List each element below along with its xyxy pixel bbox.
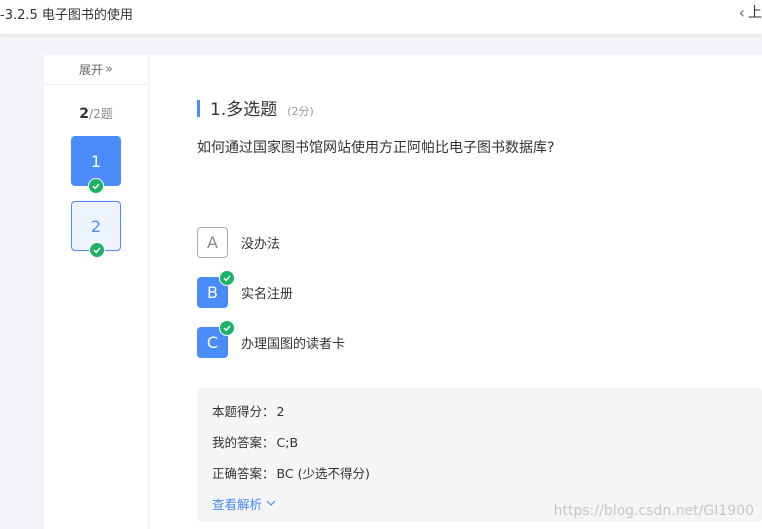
option-a[interactable]: A 没办法: [197, 227, 280, 258]
page-title: -3.2.5 电子图书的使用: [0, 8, 133, 23]
question-nav-item-1[interactable]: 1: [71, 136, 121, 194]
question-nav-item-2[interactable]: 2: [71, 201, 121, 258]
option-letter-box: B: [197, 270, 235, 308]
question-panel: 1.多选题 (2分) 如何通过国家图书馆网站使用方正阿帕比电子图书数据库? A …: [150, 55, 762, 529]
question-type-label: 1.多选题: [210, 100, 278, 120]
chevron-left-icon: ‹: [738, 2, 745, 22]
my-answer-row: 我的答案： C;B: [212, 432, 298, 451]
correct-answer-row: 正确答案： BC (少选不得分): [212, 463, 370, 482]
question-nav-label: 1: [90, 151, 102, 171]
prev-button[interactable]: ‹ 上: [739, 2, 762, 22]
my-answer-label: 我的答案：: [212, 435, 275, 450]
option-b[interactable]: B 实名注册: [197, 270, 294, 308]
expand-button[interactable]: 展开 »: [44, 55, 148, 85]
option-letter: C: [206, 333, 219, 352]
prev-label: 上: [748, 5, 762, 21]
question-heading: 1.多选题 (2分): [197, 95, 314, 120]
check-icon: [88, 178, 104, 194]
check-icon: [89, 242, 105, 258]
option-letter-box: C: [197, 320, 235, 358]
my-answer-value: C;B: [276, 435, 299, 450]
progress-total: /2题: [89, 107, 113, 121]
answer-panel: 本题得分： 2 我的答案： C;B 正确答案： BC (少选不得分) 查看解析: [197, 388, 762, 522]
score-row: 本题得分： 2: [212, 401, 284, 420]
correct-answer-label: 正确答案：: [212, 466, 275, 481]
check-icon: [219, 320, 235, 336]
question-score: (2分): [287, 105, 314, 118]
progress-current: 2: [79, 106, 90, 122]
heading-accent-bar: [197, 100, 200, 117]
option-label: 办理国图的读者卡: [241, 337, 346, 352]
question-nav-sidebar: 展开 » 2/2题 1 2: [44, 55, 148, 529]
question-text: 如何通过国家图书馆网站使用方正阿帕比电子图书数据库?: [197, 140, 555, 156]
option-letter: B: [207, 283, 218, 302]
view-analysis-label: 查看解析: [212, 497, 263, 512]
option-label: 没办法: [241, 237, 281, 252]
expand-label: 展开: [79, 63, 104, 77]
score-value: 2: [276, 404, 285, 419]
top-bar: -3.2.5 电子图书的使用 ‹ 上: [0, 0, 762, 34]
option-letter: A: [197, 227, 228, 258]
option-c[interactable]: C 办理国图的读者卡: [197, 320, 346, 358]
question-nav-label: 2: [90, 216, 102, 236]
double-chevron-right-icon: »: [105, 62, 113, 77]
correct-answer-value: BC (少选不得分): [276, 466, 370, 481]
progress-counter: 2/2题: [44, 105, 148, 122]
score-label: 本题得分：: [212, 404, 275, 419]
view-analysis-link[interactable]: 查看解析: [212, 494, 276, 513]
chevron-down-icon: [266, 497, 276, 510]
option-label: 实名注册: [241, 287, 294, 302]
watermark: https://blog.csdn.net/GI1900: [553, 503, 754, 519]
check-icon: [219, 270, 235, 286]
